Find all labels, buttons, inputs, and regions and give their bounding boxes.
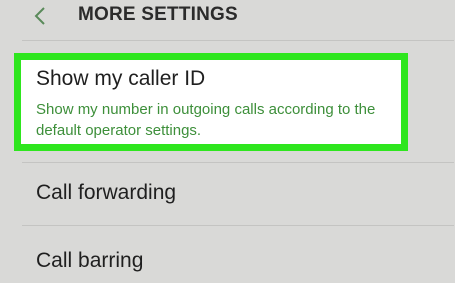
caller-id-subtitle: Show my number in outgoing calls accordi… (36, 101, 376, 139)
caller-id-title: Show my caller ID (36, 67, 206, 90)
settings-screen: MORE SETTINGS Show my caller ID Show my … (0, 0, 463, 283)
page-title: MORE SETTINGS (78, 4, 238, 25)
screen-edge (455, 0, 463, 283)
app-bar: MORE SETTINGS (0, 0, 463, 40)
call-forwarding-label: Call forwarding (36, 181, 177, 204)
call-barring-label: Call barring (36, 249, 144, 272)
chevron-left-icon[interactable] (30, 4, 50, 28)
